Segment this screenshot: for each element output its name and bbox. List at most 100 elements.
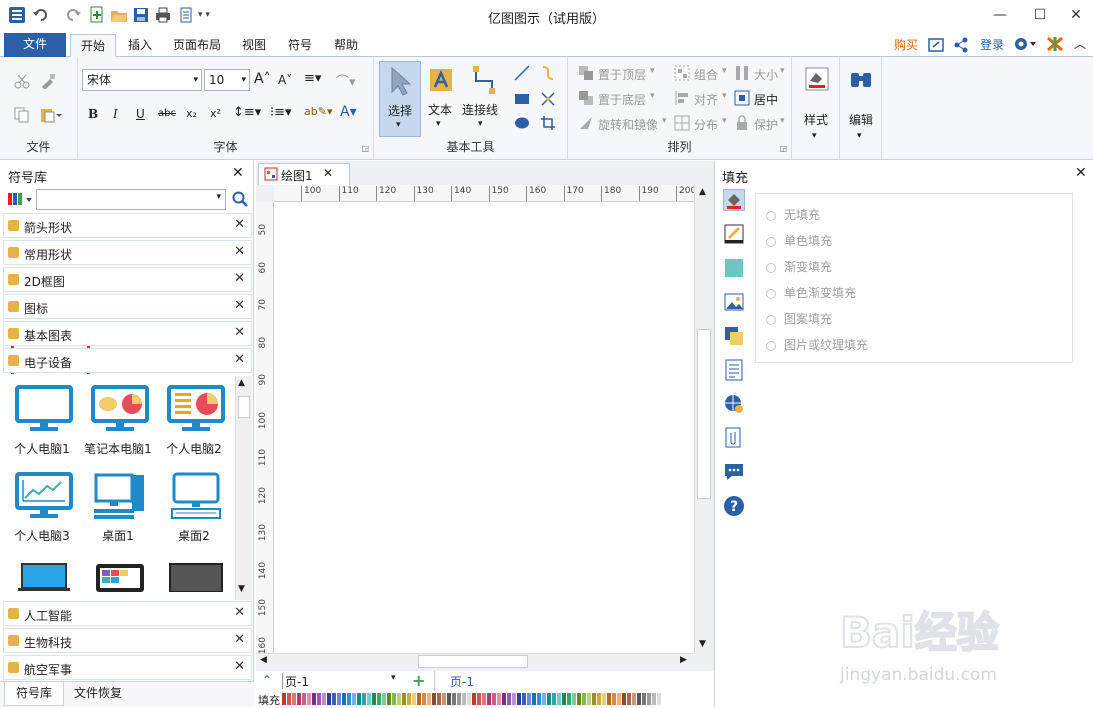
- tab-file-recovery[interactable]: 文件恢复: [74, 682, 134, 706]
- color-swatch[interactable]: [537, 693, 541, 705]
- share-icon[interactable]: [953, 37, 969, 53]
- add-page-icon[interactable]: +: [412, 671, 425, 690]
- close-button[interactable]: ✕: [1062, 4, 1090, 26]
- attachment-icon[interactable]: [723, 427, 745, 449]
- copy-icon[interactable]: [14, 107, 30, 123]
- color-swatch[interactable]: [342, 693, 346, 705]
- color-swatch[interactable]: [387, 693, 391, 705]
- canvas-scroll-up-icon[interactable]: ▲: [699, 187, 706, 197]
- color-swatch[interactable]: [522, 693, 526, 705]
- color-swatch[interactable]: [302, 693, 306, 705]
- italic-icon[interactable]: I: [113, 107, 118, 121]
- color-swatch[interactable]: [282, 693, 286, 705]
- color-swatch[interactable]: [477, 693, 481, 705]
- category-close-icon[interactable]: ✕: [234, 244, 245, 259]
- size-dropdown-icon[interactable]: ▾: [780, 66, 785, 76]
- color-swatch[interactable]: [507, 693, 511, 705]
- rotate-dropdown-icon[interactable]: ▾: [662, 116, 667, 126]
- distribute-dropdown-icon[interactable]: ▾: [722, 116, 727, 126]
- color-swatch[interactable]: [407, 693, 411, 705]
- library-category[interactable]: 常用形状 ✕: [3, 240, 252, 265]
- color-swatch[interactable]: [652, 693, 656, 705]
- font-name-select[interactable]: 宋体 ▾: [82, 69, 202, 91]
- strikethrough-icon[interactable]: abc: [158, 108, 176, 119]
- protect-dropdown-icon[interactable]: ▾: [780, 116, 785, 126]
- fill-option-radio[interactable]: 图片或纹理填充: [766, 336, 868, 353]
- superscript-icon[interactable]: x²: [210, 107, 221, 120]
- canvas-scroll-down-icon[interactable]: ▼: [699, 639, 706, 649]
- color-swatch[interactable]: [562, 693, 566, 705]
- library-category[interactable]: 航空军事 ✕: [3, 655, 252, 680]
- color-swatch[interactable]: [452, 693, 456, 705]
- color-swatch[interactable]: [337, 693, 341, 705]
- crop-tool-icon[interactable]: [540, 115, 556, 131]
- color-swatch[interactable]: [422, 693, 426, 705]
- scroll-down-icon[interactable]: ▼: [238, 584, 245, 594]
- color-swatch[interactable]: [552, 693, 556, 705]
- color-swatch[interactable]: [657, 693, 661, 705]
- color-swatch[interactable]: [487, 693, 491, 705]
- comment-icon[interactable]: [723, 461, 745, 483]
- align-dropdown-icon[interactable]: ▾: [722, 91, 727, 101]
- color-swatch[interactable]: [577, 693, 581, 705]
- tab-view[interactable]: 视图: [236, 34, 272, 57]
- highlight-icon[interactable]: ab✎▾: [304, 105, 332, 118]
- color-swatch[interactable]: [392, 693, 396, 705]
- color-swatch[interactable]: [592, 693, 596, 705]
- color-swatch[interactable]: [647, 693, 651, 705]
- color-swatch[interactable]: [292, 693, 296, 705]
- image-icon[interactable]: [723, 291, 745, 313]
- underline-icon[interactable]: U: [136, 107, 145, 121]
- color-swatch[interactable]: [572, 693, 576, 705]
- fill-option-radio[interactable]: 渐变填充: [766, 258, 832, 275]
- category-close-icon[interactable]: ✕: [234, 271, 245, 286]
- color-swatch[interactable]: [587, 693, 591, 705]
- fill-bucket-icon[interactable]: [723, 189, 745, 211]
- color-swatch[interactable]: [627, 693, 631, 705]
- color-swatch[interactable]: [492, 693, 496, 705]
- color-swatch[interactable]: [362, 693, 366, 705]
- send-back-label[interactable]: 置于底层: [598, 91, 646, 108]
- tab-symbol-library[interactable]: 符号库: [4, 682, 64, 706]
- distribute-icon[interactable]: [674, 115, 690, 131]
- group-icon[interactable]: [674, 65, 690, 81]
- color-swatch[interactable]: [322, 693, 326, 705]
- color-swatch[interactable]: [622, 693, 626, 705]
- shape-item[interactable]: 个人电脑3: [4, 469, 84, 549]
- color-swatch[interactable]: [607, 693, 611, 705]
- fill-option-radio[interactable]: 无填充: [766, 206, 820, 223]
- theme-icon[interactable]: [1046, 36, 1064, 52]
- color-swatch[interactable]: [312, 693, 316, 705]
- color-swatch[interactable]: [497, 693, 501, 705]
- color-swatch[interactable]: [437, 693, 441, 705]
- color-swatch[interactable]: [307, 693, 311, 705]
- style-group[interactable]: 样式 ▾: [792, 57, 840, 159]
- color-swatch[interactable]: [547, 693, 551, 705]
- fill-option-radio[interactable]: 图案填充: [766, 310, 832, 327]
- canvas-vertical-scrollbar[interactable]: ▲ ▼: [694, 185, 712, 654]
- tablet-icon[interactable]: [90, 562, 150, 592]
- color-swatch[interactable]: [557, 693, 561, 705]
- shadow-color-icon[interactable]: [723, 257, 745, 279]
- subscript-icon[interactable]: x₂: [186, 107, 197, 120]
- category-close-icon[interactable]: ✕: [234, 352, 245, 367]
- fill-panel-close-icon[interactable]: ✕: [1075, 165, 1087, 181]
- color-swatch[interactable]: [287, 693, 291, 705]
- color-swatch[interactable]: [637, 693, 641, 705]
- color-swatch[interactable]: [347, 693, 351, 705]
- rotate-mirror-label[interactable]: 旋转和镜像: [598, 116, 658, 133]
- color-swatch[interactable]: [467, 693, 471, 705]
- lock-icon[interactable]: [734, 115, 750, 131]
- font-size-select[interactable]: 10 ▾: [204, 69, 250, 91]
- minimize-button[interactable]: —: [986, 4, 1014, 26]
- color-swatch[interactable]: [357, 693, 361, 705]
- page-nav-up-icon[interactable]: ⌃: [262, 673, 272, 687]
- library-category[interactable]: 图标 ✕: [3, 294, 252, 319]
- color-swatch[interactable]: [402, 693, 406, 705]
- fill-option-radio[interactable]: 单色渐变填充: [766, 284, 856, 301]
- color-swatch[interactable]: [457, 693, 461, 705]
- color-swatch[interactable]: [447, 693, 451, 705]
- library-category[interactable]: 2D框图 ✕: [3, 267, 252, 292]
- canvas-hscroll-thumb[interactable]: [418, 655, 528, 668]
- color-swatch[interactable]: [417, 693, 421, 705]
